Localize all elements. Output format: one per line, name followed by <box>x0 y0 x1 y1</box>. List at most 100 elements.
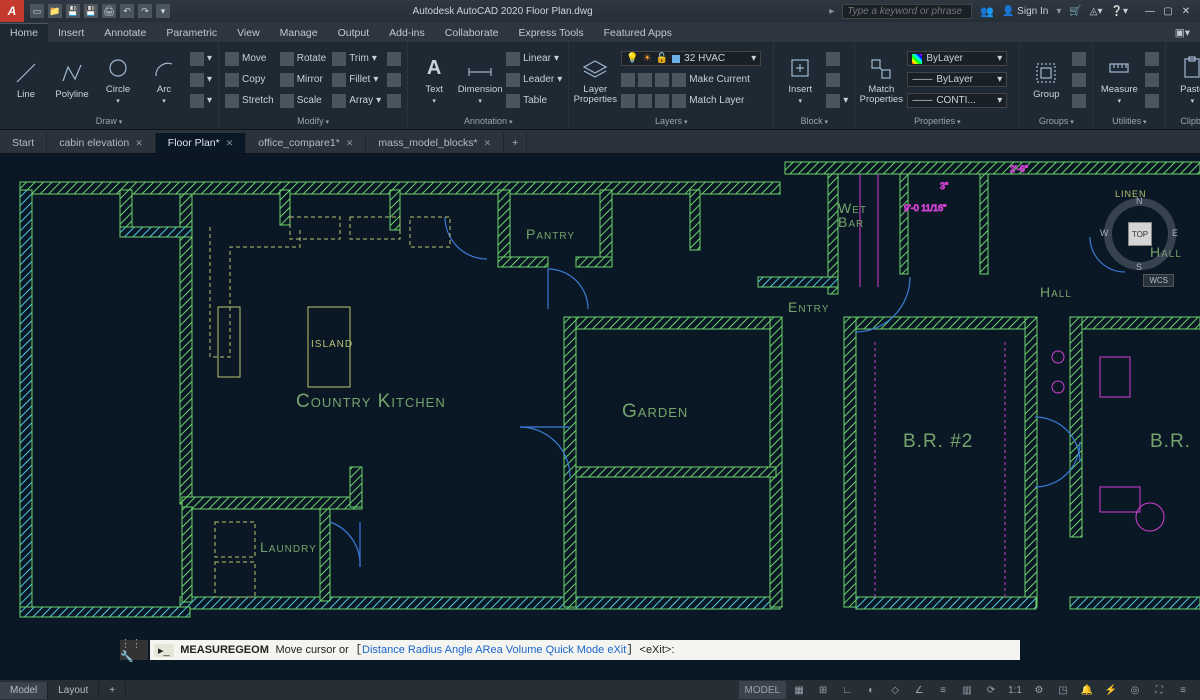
ribbon-tab-annotate[interactable]: Annotate <box>94 24 156 42</box>
ribbon-tab-manage[interactable]: Manage <box>270 24 328 42</box>
copy-button[interactable]: Copy <box>223 70 276 90</box>
draw-extra2[interactable]: ▾ <box>188 70 214 90</box>
close-tab-icon[interactable]: ✕ <box>226 138 234 149</box>
help-icon[interactable]: ❔▾ <box>1111 6 1128 17</box>
circle-button[interactable]: Circle▾ <box>96 47 140 113</box>
cleanscreen-icon[interactable]: ⛶ <box>1148 681 1170 699</box>
block-create[interactable] <box>824 49 850 69</box>
isolate-icon[interactable]: ◎ <box>1124 681 1146 699</box>
ribbon-tab-home[interactable]: Home <box>0 23 48 42</box>
customize-icon[interactable]: ≡ <box>1172 681 1194 699</box>
minimize-button[interactable]: — <box>1142 4 1158 18</box>
ribbon-tab-featured-apps[interactable]: Featured Apps <box>594 24 682 42</box>
modify-extra2[interactable] <box>385 70 403 90</box>
transparency-icon[interactable]: ▥ <box>956 681 978 699</box>
qat-redo-icon[interactable]: ↷ <box>138 4 152 18</box>
drawing-canvas[interactable]: 2'-6" 3" 9'-0 11/16" Pantry Country Kitc… <box>0 154 1200 680</box>
ribbon-tab-collaborate[interactable]: Collaborate <box>435 24 509 42</box>
lineweight-selector[interactable]: —— ByLayer▾ <box>907 72 1007 87</box>
stretch-button[interactable]: Stretch <box>223 91 276 111</box>
mirror-button[interactable]: Mirror <box>278 70 328 90</box>
ribbon-tab-parametric[interactable]: Parametric <box>156 24 227 42</box>
group-bbox[interactable] <box>1070 91 1088 111</box>
layout-tab-layout[interactable]: Layout <box>48 682 99 699</box>
make-current-button[interactable]: Make Current <box>619 70 769 90</box>
qat-dropdown-icon[interactable]: ▾ <box>156 4 170 18</box>
match-layer-button[interactable]: Match Layer <box>619 91 769 111</box>
search-input[interactable] <box>842 4 972 19</box>
exchange-icon[interactable]: 🛒 <box>1069 6 1081 17</box>
infocenter-icon[interactable]: 👥 <box>980 5 994 18</box>
anno-scale[interactable]: 1:1 <box>1004 681 1026 699</box>
block-attr[interactable]: ▾ <box>824 91 850 111</box>
polyline-button[interactable]: Polyline <box>50 47 94 113</box>
array-button[interactable]: Array ▾ <box>330 91 383 111</box>
qat-saveas-icon[interactable]: 💾 <box>84 4 98 18</box>
lineweight-icon[interactable]: ≡ <box>932 681 954 699</box>
snap-toggle-icon[interactable]: ⊞ <box>812 681 834 699</box>
insert-button[interactable]: Insert▾ <box>778 47 822 113</box>
otrack-toggle-icon[interactable]: ∠ <box>908 681 930 699</box>
util3[interactable] <box>1143 91 1161 111</box>
trim-button[interactable]: Trim ▾ <box>330 49 383 69</box>
file-tab[interactable]: mass_model_blocks*✕ <box>366 133 504 153</box>
util2[interactable] <box>1143 70 1161 90</box>
draw-extra1[interactable]: ▾ <box>188 49 214 69</box>
fillet-button[interactable]: Fillet ▾ <box>330 70 383 90</box>
gear-icon[interactable]: ⚙ <box>1028 681 1050 699</box>
file-tab[interactable]: Start <box>0 133 47 153</box>
draw-extra3[interactable]: ▾ <box>188 91 214 111</box>
close-tab-icon[interactable]: ✕ <box>135 138 143 149</box>
command-line[interactable]: ▸_ MEASUREGEOM Move cursor or [Distance … <box>150 640 1020 660</box>
cmdline-handle[interactable]: ⋮⋮ 🔧 <box>120 640 148 660</box>
group-edit[interactable] <box>1070 70 1088 90</box>
paste-button[interactable]: Paste▾ <box>1170 47 1200 113</box>
ribbon-tab-output[interactable]: Output <box>328 24 380 42</box>
ribbon-tab-add-ins[interactable]: Add-ins <box>379 24 435 42</box>
add-layout-button[interactable]: + <box>99 682 126 699</box>
util1[interactable] <box>1143 49 1161 69</box>
signin-button[interactable]: 👤 Sign In <box>1002 6 1048 17</box>
scale-button[interactable]: Scale <box>278 91 328 111</box>
ribbon-tab-express-tools[interactable]: Express Tools <box>508 24 593 42</box>
table-button[interactable]: Table <box>504 91 564 111</box>
grid-toggle-icon[interactable]: ▦ <box>788 681 810 699</box>
ribbon-tab-view[interactable]: View <box>227 24 270 42</box>
color-selector[interactable]: ByLayer▾ <box>907 51 1007 66</box>
cycling-icon[interactable]: ⟳ <box>980 681 1002 699</box>
layout-tab-model[interactable]: Model <box>0 682 48 699</box>
viewcube[interactable]: TOP N E S W <box>1110 204 1170 264</box>
close-tab-icon[interactable]: ✕ <box>484 138 492 149</box>
maximize-button[interactable]: ▢ <box>1160 4 1176 18</box>
file-tab[interactable]: Floor Plan*✕ <box>156 133 247 153</box>
modify-extra3[interactable] <box>385 91 403 111</box>
polar-toggle-icon[interactable]: ◐ <box>860 681 882 699</box>
ungroup[interactable] <box>1070 49 1088 69</box>
qat-plot-icon[interactable]: 🖨 <box>102 4 116 18</box>
workspace-icon[interactable]: ◳ <box>1052 681 1074 699</box>
dimension-button[interactable]: Dimension▾ <box>458 47 502 113</box>
anno-monitor-icon[interactable]: 🔔 <box>1076 681 1098 699</box>
ortho-toggle-icon[interactable]: ∟ <box>836 681 858 699</box>
block-edit[interactable] <box>824 70 850 90</box>
app-logo[interactable]: A <box>0 0 24 22</box>
move-button[interactable]: Move <box>223 49 276 69</box>
app-icon[interactable]: ◬▾ <box>1090 6 1103 17</box>
qat-open-icon[interactable]: 📁 <box>48 4 62 18</box>
linetype-selector[interactable]: —— CONTI...▾ <box>907 93 1007 108</box>
line-button[interactable]: Line <box>4 47 48 113</box>
arc-button[interactable]: Arc▾ <box>142 47 186 113</box>
wcs-indicator[interactable]: WCS <box>1143 274 1174 287</box>
layer-selector[interactable]: 💡☀🔓32 HVAC▾ <box>621 51 761 66</box>
hardware-accel-icon[interactable]: ⚡ <box>1100 681 1122 699</box>
osnap-toggle-icon[interactable]: ◇ <box>884 681 906 699</box>
text-button[interactable]: AText▾ <box>412 47 456 113</box>
close-button[interactable]: ✕ <box>1178 4 1194 18</box>
qat-undo-icon[interactable]: ↶ <box>120 4 134 18</box>
close-tab-icon[interactable]: ✕ <box>346 138 354 149</box>
rotate-button[interactable]: Rotate <box>278 49 328 69</box>
leader-button[interactable]: Leader ▾ <box>504 70 564 90</box>
qat-new-icon[interactable]: ▭ <box>30 4 44 18</box>
layer-properties-button[interactable]: Layer Properties <box>573 47 617 113</box>
match-properties-button[interactable]: Match Properties <box>859 47 903 113</box>
